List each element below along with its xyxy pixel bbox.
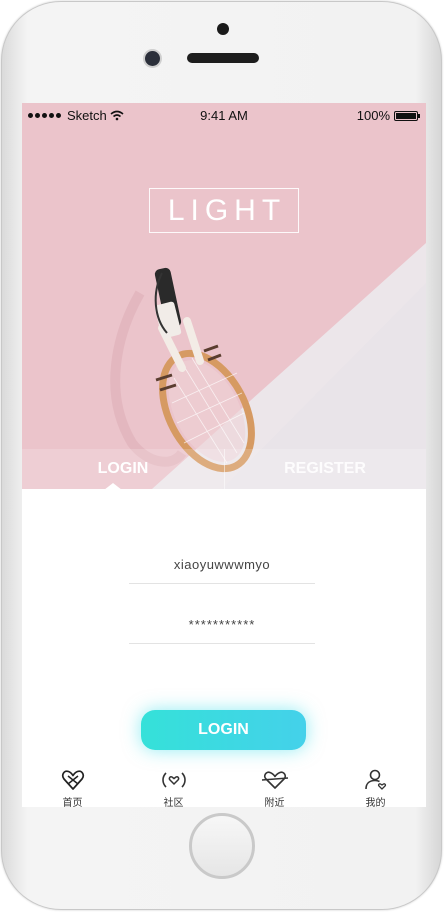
front-camera	[145, 51, 160, 66]
login-button[interactable]: LOGIN	[141, 710, 306, 750]
battery-group: 100%	[356, 108, 420, 123]
status-bar: Sketch 9:41 AM 100%	[22, 103, 426, 127]
password-field[interactable]: ***********	[129, 607, 315, 644]
profile-icon	[364, 769, 386, 790]
app-logo: LIGHT	[149, 188, 299, 233]
front-sensor	[217, 23, 229, 35]
phone-frame: Sketch 9:41 AM 100% LIGHT LOGIN REGISTER…	[1, 1, 442, 910]
nav-label-nearby: 附近	[264, 798, 285, 807]
nav-item-community[interactable]: 社区	[123, 763, 224, 807]
home-heart-icon	[61, 770, 84, 790]
nearby-heart-icon	[261, 771, 288, 789]
battery-percent: 100%	[356, 108, 390, 123]
home-button[interactable]	[189, 813, 255, 879]
nav-label-home: 首页	[62, 798, 83, 807]
nav-item-nearby[interactable]: 附近	[224, 763, 325, 807]
auth-tabs: LOGIN REGISTER	[22, 449, 426, 489]
nav-item-profile[interactable]: 我的	[325, 763, 426, 807]
hero-illustration	[110, 243, 426, 489]
username-field[interactable]: xiaoyuwwwmyo	[129, 547, 315, 584]
nav-label-community: 社区	[163, 798, 184, 807]
nav-label-profile: 我的	[365, 798, 386, 807]
app-screen: Sketch 9:41 AM 100% LIGHT LOGIN REGISTER…	[22, 103, 426, 807]
bottom-nav: 首页 社区 附近 我的	[22, 763, 426, 807]
community-signal-icon	[161, 772, 186, 788]
tab-login[interactable]: LOGIN	[22, 449, 224, 489]
nav-item-home[interactable]: 首页	[22, 763, 123, 807]
active-tab-indicator	[104, 483, 122, 490]
battery-icon	[394, 110, 420, 121]
earpiece-speaker	[187, 53, 259, 63]
tab-register[interactable]: REGISTER	[224, 449, 426, 489]
hero-banner: Sketch 9:41 AM 100% LIGHT LOGIN REGISTER	[22, 103, 426, 489]
